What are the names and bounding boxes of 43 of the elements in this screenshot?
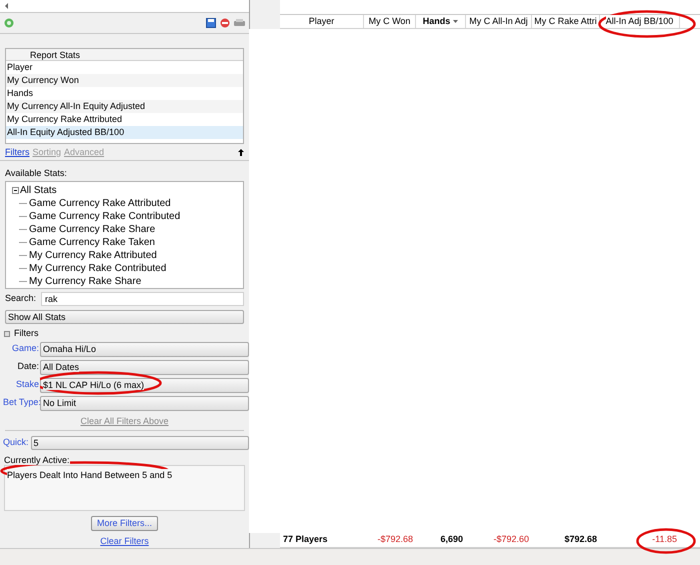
save-icon[interactable] <box>206 18 216 28</box>
total-cell-text: 77 Players <box>282 533 329 546</box>
tree-item[interactable]: Game Currency Rake Contributed <box>29 208 180 224</box>
column-header[interactable]: Report Stats <box>6 48 243 61</box>
search-field[interactable]: rak <box>41 292 244 306</box>
filter-dropdown[interactable]: $1 NL CAP Hi/Lo (6 max) <box>40 378 249 392</box>
filter-dropdown[interactable]: Omaha Hi/Lo <box>40 342 249 356</box>
section-title: Filters <box>14 326 38 340</box>
total-cell-text: 6,690 <box>439 533 464 546</box>
stats-dropdown[interactable]: Show All Stats <box>5 310 244 324</box>
tree-item[interactable]: My Currency Rake Contributed <box>29 260 166 276</box>
tree-item[interactable]: My Currency Rake Attributed <box>29 248 157 263</box>
tree-item[interactable]: Game Currency Rake Attributed <box>29 196 171 211</box>
column-header[interactable]: Player <box>280 15 364 28</box>
more-filters-button[interactable]: More Filters... <box>90 516 158 530</box>
filter-link[interactable]: Bet Type: <box>3 396 40 410</box>
delete-icon[interactable] <box>220 18 230 28</box>
quick-dropdown[interactable]: 5 <box>30 436 249 450</box>
total-cell-text: -$792.68 <box>376 533 414 546</box>
up-arrow-icon[interactable] <box>238 149 244 156</box>
sort-caret-icon <box>453 20 458 23</box>
collapse-icon[interactable] <box>12 186 19 194</box>
tree-item[interactable]: Game Currency Rake Taken <box>29 234 155 250</box>
total-cell-text: $792.68 <box>563 533 598 546</box>
left-arrow-icon[interactable] <box>4 2 9 10</box>
tab-link[interactable]: Filters <box>5 146 30 160</box>
filter-dropdown[interactable]: No Limit <box>40 396 249 410</box>
quick-link[interactable]: Quick: <box>3 436 29 450</box>
total-cell-text: -$792.60 <box>492 533 530 546</box>
report-stat-row[interactable]: My Currency All-In Equity Adjusted <box>6 100 243 113</box>
total-cell-text: -11.85 <box>651 533 678 546</box>
section-label: Available Stats: <box>4 166 68 179</box>
search-label: Search: <box>5 292 36 306</box>
clear-filters-link[interactable]: Clear Filters <box>100 534 149 548</box>
column-header[interactable]: My C Rake Attri <box>532 15 600 28</box>
tree-item[interactable]: Game Currency Rake Share <box>29 222 156 237</box>
report-stat-row[interactable]: All-In Equity Adjusted BB/100 <box>6 126 243 139</box>
filter-dropdown[interactable]: All Dates <box>40 360 249 374</box>
report-stat-row[interactable]: My Currency Rake Attributed <box>6 112 243 126</box>
annotation-ellipse <box>636 528 696 554</box>
report-stat-row[interactable]: My Currency Won <box>6 74 243 87</box>
tree-item[interactable]: My Currency Rake Share <box>29 274 142 289</box>
tree-item[interactable]: All Stats <box>20 182 57 198</box>
